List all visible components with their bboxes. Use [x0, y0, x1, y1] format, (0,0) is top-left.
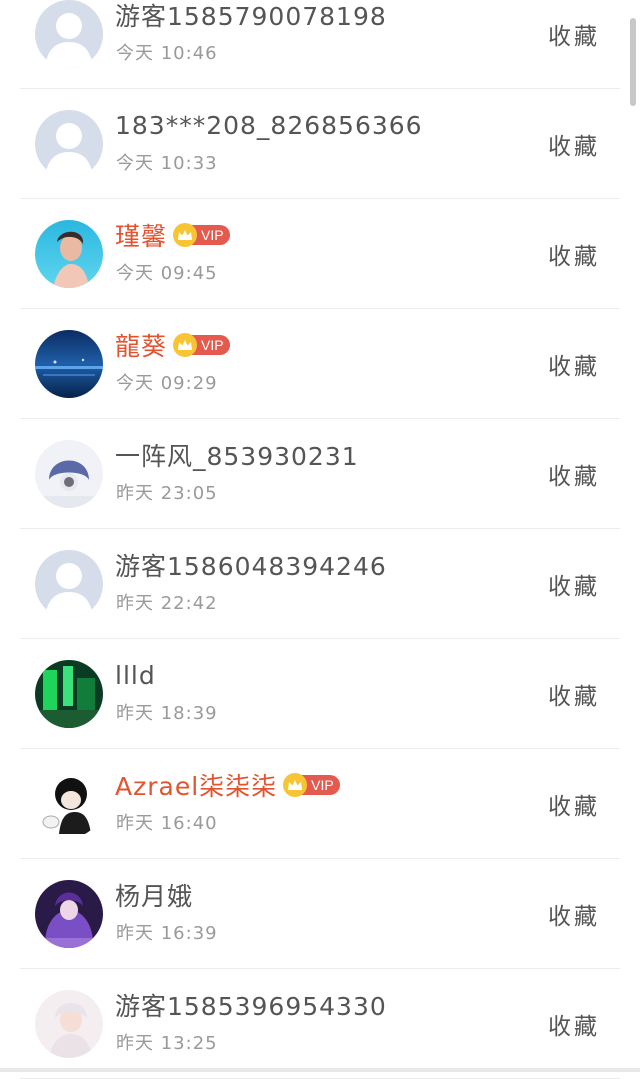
favorite-button[interactable]: 收藏: [548, 677, 600, 711]
user-name: 游客1586048394246: [115, 552, 387, 581]
visit-time: 今天 10:33: [116, 153, 218, 174]
avatar[interactable]: [35, 330, 103, 398]
avatar[interactable]: [35, 660, 103, 728]
scrollbar[interactable]: [630, 18, 636, 106]
anime-girl-photo-icon: [35, 440, 103, 508]
visit-time: 今天 09:45: [116, 263, 218, 284]
list-item[interactable]: 杨月娥 昨天 16:39 收藏: [20, 859, 620, 969]
vip-badge: VIP: [173, 333, 230, 357]
cartoon-boy-avatar-icon: [35, 770, 103, 838]
avatar[interactable]: [35, 110, 103, 178]
crown-icon: [173, 223, 198, 247]
favorite-button[interactable]: 收藏: [548, 347, 600, 381]
avatar[interactable]: [35, 990, 103, 1058]
favorite-button[interactable]: 收藏: [548, 897, 600, 931]
list-item[interactable]: 183***208_826856366 今天 10:33 收藏: [20, 89, 620, 199]
visit-time: 昨天 22:42: [116, 593, 218, 614]
user-name: 一阵风_853930231: [115, 442, 359, 471]
bottom-divider: [0, 1068, 640, 1072]
avatar[interactable]: [35, 770, 103, 838]
avatar[interactable]: [35, 880, 103, 948]
crown-icon: [173, 333, 198, 357]
list-item[interactable]: Azrael柒柒柒 VIP 昨天 16:40 收藏: [20, 749, 620, 859]
favorite-button[interactable]: 收藏: [548, 457, 600, 491]
list-item[interactable]: 瑾馨 VIP 今天 09:45 收藏: [20, 199, 620, 309]
list-item[interactable]: llld 昨天 18:39 收藏: [20, 639, 620, 749]
visit-time: 昨天 23:05: [116, 483, 218, 504]
favorite-button[interactable]: 收藏: [548, 237, 600, 271]
user-name: 龍葵: [115, 332, 168, 361]
user-name: 游客1585790078198: [115, 2, 387, 31]
default-avatar-icon: [35, 110, 103, 178]
user-name: 杨月娥: [115, 882, 194, 911]
avatar[interactable]: [35, 440, 103, 508]
vip-badge: VIP: [283, 773, 340, 797]
visit-time: 昨天 18:39: [116, 703, 218, 724]
vip-badge: VIP: [173, 223, 230, 247]
user-name: 183***208_826856366: [115, 110, 423, 140]
visit-time: 昨天 16:40: [116, 813, 218, 834]
list-item[interactable]: 一阵风_853930231 昨天 23:05 收藏: [20, 419, 620, 529]
list-item[interactable]: 游客1586048394246 昨天 22:42 收藏: [20, 529, 620, 639]
favorite-button[interactable]: 收藏: [548, 127, 600, 161]
favorite-button[interactable]: 收藏: [548, 1007, 600, 1041]
visit-time: 今天 09:29: [116, 373, 218, 394]
favorite-button[interactable]: 收藏: [548, 17, 600, 51]
visit-time: 昨天 16:39: [116, 923, 218, 944]
crown-icon: [283, 773, 308, 797]
user-name: 游客1585396954330: [115, 992, 387, 1021]
list-item[interactable]: 游客1585790078198 今天 10:46 收藏: [20, 0, 620, 89]
avatar[interactable]: [35, 220, 103, 288]
favorite-button[interactable]: 收藏: [548, 787, 600, 821]
default-avatar-icon: [35, 0, 103, 68]
user-name: 瑾馨: [115, 222, 168, 251]
default-avatar-icon: [35, 550, 103, 618]
favorite-button[interactable]: 收藏: [548, 567, 600, 601]
green-abstract-photo-icon: [35, 660, 103, 728]
avatar[interactable]: [35, 0, 103, 68]
list-item[interactable]: 游客1585396954330 昨天 13:25 收藏: [20, 969, 620, 1079]
user-name: llld: [115, 660, 156, 690]
girl-underwater-photo-icon: [35, 220, 103, 288]
visit-time: 今天 10:46: [116, 43, 218, 64]
list-item[interactable]: 龍葵 VIP 今天 09:29 收藏: [20, 309, 620, 419]
avatar[interactable]: [35, 550, 103, 618]
visit-time: 昨天 13:25: [116, 1033, 218, 1054]
night-sea-photo-icon: [35, 330, 103, 398]
purple-anime-photo-icon: [35, 880, 103, 948]
user-name: Azrael柒柒柒: [115, 772, 278, 801]
pastel-girl-photo-icon: [35, 990, 103, 1058]
favorites-user-list: 游客1585790078198 今天 10:46 收藏 183***208_82…: [0, 0, 640, 1079]
